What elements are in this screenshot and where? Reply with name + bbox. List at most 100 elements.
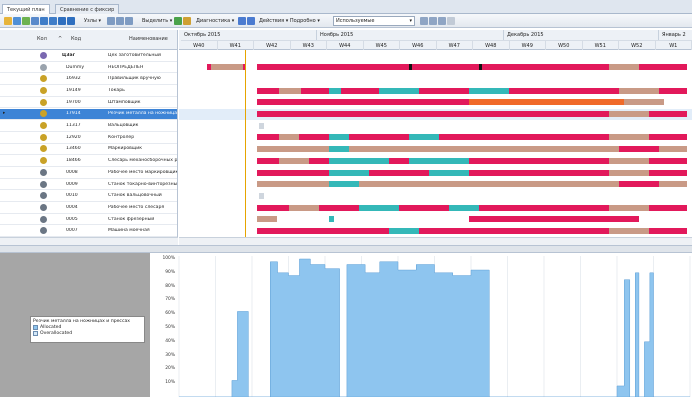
gantt-bar[interactable] (409, 64, 412, 71)
diagnostics-button[interactable]: Диагностика (196, 18, 230, 24)
table-row[interactable]: 18466 Слесарь механосборочных работ (0, 155, 177, 167)
gantt-bar[interactable] (609, 169, 649, 176)
cell-name: Станок фрезерный (108, 216, 155, 222)
indent-icon[interactable] (49, 17, 57, 25)
gantt-bar[interactable] (609, 228, 649, 234)
gantt-bar[interactable] (211, 64, 243, 71)
gantt-bar[interactable] (279, 134, 299, 141)
gantt-bar[interactable] (329, 181, 359, 188)
gantt-bar[interactable] (409, 134, 439, 141)
panel-splitter[interactable] (0, 245, 692, 253)
gantt-bar[interactable] (609, 204, 649, 211)
sort-icon[interactable]: ^ (58, 36, 62, 42)
table-row[interactable]: ЦЗаг Цех заготовительный (0, 50, 177, 62)
y-tick-label: 80% (165, 283, 175, 289)
gantt-bar[interactable] (259, 192, 264, 199)
table-row[interactable]: 0007 Машина моечная (0, 226, 177, 237)
allocated-swatch (33, 325, 38, 330)
gantt-bar[interactable] (329, 157, 389, 164)
table-row[interactable]: 0004 Рабочее место слесаря (0, 202, 177, 214)
gantt-bar[interactable] (259, 122, 264, 129)
gantt-bar[interactable] (257, 216, 277, 223)
table-row[interactable]: 19149 Токарь (0, 85, 177, 97)
col-name[interactable]: Наименование (129, 36, 168, 42)
table-row[interactable]: Dummy НЕОПРЕДЕЛЕН (0, 62, 177, 74)
gantt-bar[interactable] (624, 99, 664, 106)
gantt-bar[interactable] (329, 169, 369, 176)
gantt-chart[interactable]: Октябрь 2015 Ноябрь 2015 Декабрь 2015 Январ… (179, 30, 692, 237)
table-row[interactable]: 11317 Вальцовщик (0, 120, 177, 132)
gantt-bar[interactable] (379, 87, 419, 94)
gantt-bar[interactable] (289, 204, 319, 211)
arrow-right-icon[interactable] (247, 17, 255, 25)
col-kol[interactable]: Кол (37, 36, 47, 42)
gantt-bar[interactable] (329, 87, 341, 94)
table-row[interactable]: 0009 Станок токарно-винторезный (0, 179, 177, 191)
table-row[interactable]: 13460 Маркировщик (0, 144, 177, 156)
gantt-bar[interactable] (429, 169, 469, 176)
gantt-bar[interactable] (449, 204, 479, 211)
search-icon[interactable] (420, 17, 428, 25)
gantt-bar[interactable] (609, 111, 649, 117)
week-header: W43 (290, 40, 327, 50)
outdent-icon[interactable] (40, 17, 48, 25)
gantt-bar[interactable] (479, 64, 482, 71)
grid-icon[interactable] (31, 17, 39, 25)
expand-icon[interactable] (107, 17, 115, 25)
table-row[interactable]: 0008 Рабочее место маркировщика (0, 167, 177, 179)
collapse-icon[interactable] (116, 17, 124, 25)
cell-code: ЦЗаг (62, 52, 76, 58)
mode-select[interactable]: Используемые ▾ (333, 16, 415, 26)
details-button[interactable]: Подробно (290, 18, 316, 24)
table-row[interactable]: 16932 Правильщик вручную (0, 73, 177, 86)
gantt-bar[interactable] (619, 181, 659, 188)
save-icon[interactable] (13, 17, 21, 25)
gantt-hscrollbar[interactable] (179, 237, 692, 245)
green-flag-icon[interactable] (174, 17, 182, 25)
gantt-bar[interactable] (609, 157, 649, 164)
cell-name: Штамповщик (108, 99, 141, 105)
calendar-icon[interactable] (58, 17, 66, 25)
gantt-bar[interactable] (609, 64, 639, 71)
print-icon[interactable] (429, 17, 437, 25)
cell-code: 12920 (66, 134, 81, 140)
highlight-icon[interactable] (183, 17, 191, 25)
filter-icon[interactable] (125, 17, 133, 25)
table-row[interactable]: 0010 Станок вальцовочный (0, 190, 177, 203)
tab-compare[interactable]: Сравнение с фиксир (55, 4, 120, 14)
actions-button[interactable]: Действия (259, 18, 284, 24)
col-code[interactable]: Код (71, 36, 81, 42)
gantt-bar[interactable] (389, 228, 419, 234)
more-icon[interactable] (447, 17, 455, 25)
gantt-bar[interactable] (469, 216, 639, 223)
table-row[interactable]: ▸ 17914 Резчик металла на ножницах и пресс… (0, 108, 177, 121)
gantt-bar[interactable] (469, 87, 509, 94)
tab-current-plan[interactable]: Текущий план (2, 4, 50, 14)
cell-code: 0008 (66, 169, 78, 175)
cell-code: 0005 (66, 216, 78, 222)
new-icon[interactable] (4, 17, 12, 25)
gantt-bar[interactable] (409, 157, 469, 164)
gantt-bar[interactable] (359, 204, 399, 211)
export-icon[interactable] (438, 17, 446, 25)
table-row[interactable]: 0005 Станок фрезерный (0, 214, 177, 226)
select-button[interactable]: Выделить (142, 18, 168, 24)
grid-hscrollbar[interactable] (0, 237, 178, 245)
gantt-bar[interactable] (329, 146, 349, 153)
allocated-area (179, 258, 690, 397)
current-date-line (245, 50, 246, 237)
table-icon[interactable] (67, 17, 75, 25)
arrow-left-icon[interactable] (238, 17, 246, 25)
gantt-bar[interactable] (329, 134, 349, 141)
gantt-bar[interactable] (609, 134, 649, 141)
gantt-bar[interactable] (279, 87, 301, 94)
table-row[interactable]: 12920 Контролер (0, 132, 177, 144)
refresh-icon[interactable] (22, 17, 30, 25)
gantt-bar[interactable] (619, 146, 659, 153)
gantt-bar[interactable] (329, 216, 334, 223)
nodes-button[interactable]: Узлы (84, 18, 97, 24)
table-row[interactable]: 19700 Штамповщик (0, 97, 177, 109)
gantt-bar[interactable] (619, 87, 659, 94)
gantt-bar[interactable] (469, 99, 639, 106)
gantt-bar[interactable] (279, 157, 309, 164)
